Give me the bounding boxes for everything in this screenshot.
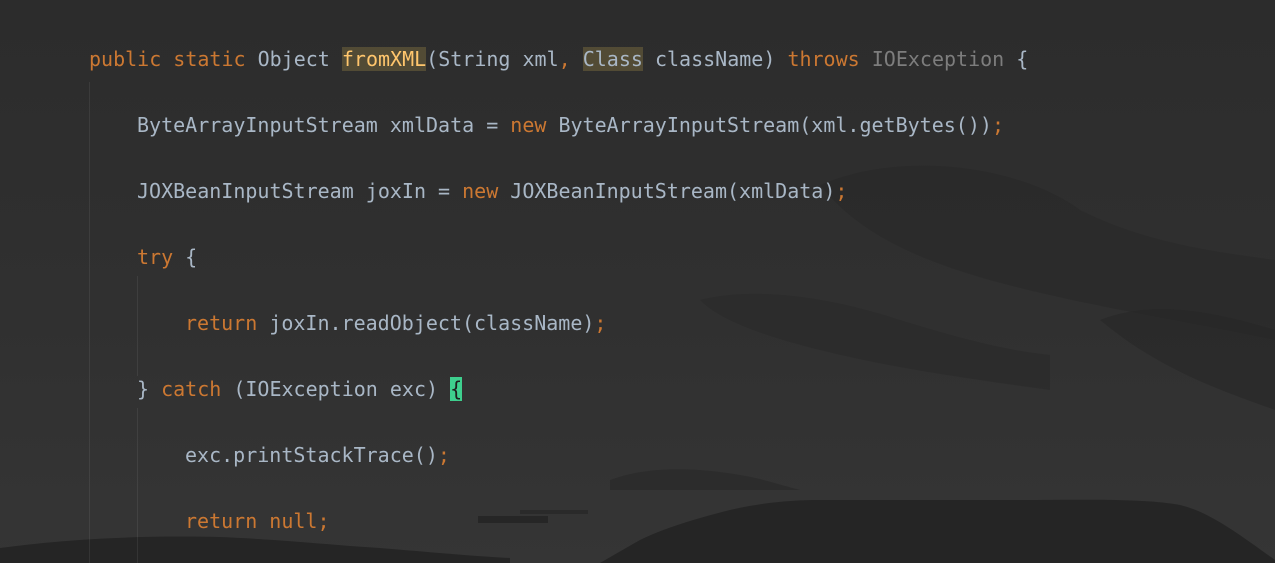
code-token: catch bbox=[161, 377, 222, 401]
code-token: new bbox=[510, 113, 547, 137]
code-token: IOException bbox=[871, 47, 1005, 71]
code-line[interactable]: public static Object fromXML(String xml,… bbox=[89, 47, 1028, 71]
code-token: (String xml bbox=[426, 47, 559, 71]
code-token: Object bbox=[245, 47, 342, 71]
code-token: ; bbox=[594, 311, 607, 335]
code-token: { bbox=[1004, 47, 1029, 71]
code-token: { bbox=[173, 245, 198, 269]
code-line[interactable]: ByteArrayInputStream xmlData = new ByteA… bbox=[137, 113, 1004, 137]
highlighted-token: Class bbox=[582, 47, 643, 71]
code-area[interactable]: public static Object fromXML(String xml,… bbox=[0, 0, 1275, 563]
code-token: ; bbox=[991, 113, 1004, 137]
code-token: (IOException exc) bbox=[221, 377, 451, 401]
code-line[interactable]: try { bbox=[137, 245, 197, 269]
code-line[interactable]: exc.printStackTrace(); bbox=[185, 443, 450, 467]
code-token: JOXBeanInputStream joxIn = bbox=[137, 179, 463, 203]
code-token: throws bbox=[787, 47, 860, 71]
code-token: ByteArrayInputStream xmlData = bbox=[137, 113, 511, 137]
code-token: ; bbox=[437, 443, 450, 467]
code-token: ; bbox=[317, 509, 330, 533]
code-token: public bbox=[89, 47, 162, 71]
code-line[interactable]: return joxIn.readObject(className); bbox=[185, 311, 606, 335]
code-token: className) bbox=[642, 47, 788, 71]
matched-bracket: { bbox=[450, 377, 463, 401]
code-token: , bbox=[558, 47, 571, 71]
code-line[interactable]: JOXBeanInputStream joxIn = new JOXBeanIn… bbox=[137, 179, 847, 203]
code-token: } bbox=[137, 377, 162, 401]
code-token: return bbox=[185, 311, 258, 335]
code-token: ; bbox=[835, 179, 848, 203]
code-token: null bbox=[269, 509, 318, 533]
code-token: JOXBeanInputStream(xmlData) bbox=[498, 179, 836, 203]
highlighted-token: fromXML bbox=[341, 47, 427, 71]
code-line[interactable]: } catch (IOException exc) { bbox=[137, 377, 463, 401]
code-token: joxIn.readObject(className) bbox=[257, 311, 595, 335]
code-token: ByteArrayInputStream(xml.getBytes()) bbox=[546, 113, 992, 137]
code-line[interactable]: return null; bbox=[185, 509, 330, 533]
code-token: return bbox=[185, 509, 258, 533]
code-token: exc.printStackTrace() bbox=[185, 443, 438, 467]
code-token: new bbox=[462, 179, 499, 203]
code-token: try bbox=[137, 245, 174, 269]
code-token: static bbox=[173, 47, 246, 71]
code-editor[interactable]: public static Object fromXML(String xml,… bbox=[0, 0, 1275, 563]
